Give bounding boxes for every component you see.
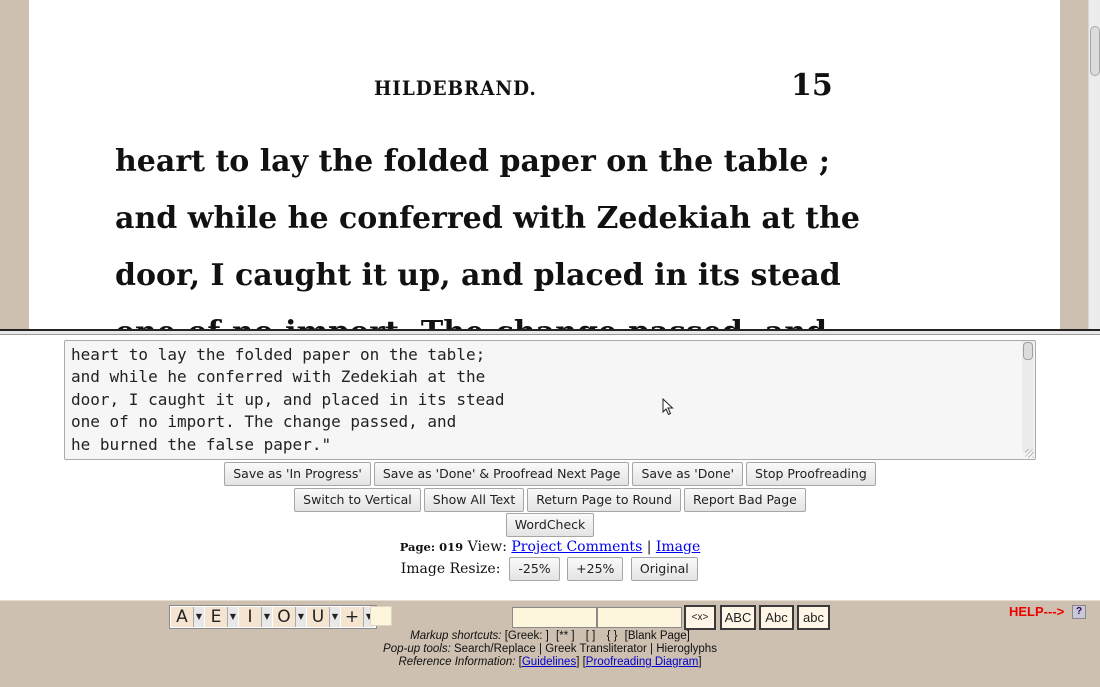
markup-shortcuts-line: Markup shortcuts: [Greek: ] [** ] [ ] { … bbox=[0, 630, 1100, 642]
text-pane: heart to lay the folded paper on the tab… bbox=[0, 335, 1100, 600]
markup-blank-page[interactable]: [Blank Page] bbox=[625, 630, 690, 642]
proofreading-textarea[interactable]: heart to lay the folded paper on the tab… bbox=[64, 340, 1036, 460]
return-page-to-round-button[interactable]: Return Page to Round bbox=[527, 488, 681, 512]
uppercase-button[interactable]: ABC bbox=[720, 605, 756, 630]
popup-tools-line: Pop-up tools: Search/Replace | Greek Tra… bbox=[0, 643, 1100, 655]
image-resize-row: Image Resize: -25% +25% Original bbox=[0, 557, 1100, 581]
image-scrollbar-thumb[interactable] bbox=[1090, 26, 1100, 76]
hieroglyphs-tool[interactable]: | Hieroglyphs bbox=[650, 643, 717, 655]
selected-char-display[interactable] bbox=[370, 606, 392, 626]
proofreading-toolbox: A ▼ E ▼ I ▼ O ▼ U ▼ + ▼ <x> ABC Abc abc … bbox=[0, 600, 1100, 687]
char-group-i: I ▼ bbox=[239, 607, 272, 627]
view-separator: | bbox=[646, 539, 652, 555]
show-all-text-button[interactable]: Show All Text bbox=[423, 488, 525, 512]
save-done-button[interactable]: Save as 'Done' bbox=[632, 462, 744, 486]
char-group-u: U ▼ bbox=[307, 607, 340, 627]
scanned-page-image: HILDEBRAND. 15 heart to lay the folded p… bbox=[29, 0, 1060, 330]
markup-note[interactable]: [** ] bbox=[556, 630, 575, 642]
page-info: Page: 019 View: Project Comments | Image bbox=[0, 539, 1100, 555]
dropdown-arrow-icon[interactable]: ▼ bbox=[295, 607, 306, 627]
greek-transliterator-tool[interactable]: | Greek Transliterator bbox=[539, 643, 647, 655]
search-replace-tool[interactable]: Search/Replace bbox=[454, 643, 536, 655]
help-icon[interactable]: ? bbox=[1072, 605, 1086, 619]
char-group-o: O ▼ bbox=[273, 607, 306, 627]
reference-info-label: Reference Information: bbox=[398, 656, 516, 668]
wordcheck-button[interactable]: WordCheck bbox=[505, 513, 595, 537]
lowercase-button[interactable]: abc bbox=[797, 605, 830, 630]
markup-braces[interactable]: { } bbox=[607, 630, 618, 642]
actions-buttons-row: Switch to Vertical Show All Text Return … bbox=[0, 488, 1100, 512]
char-group-e: E ▼ bbox=[205, 607, 238, 627]
character-picker: A ▼ E ▼ I ▼ O ▼ U ▼ + ▼ bbox=[169, 605, 377, 629]
view-label: View: bbox=[467, 539, 507, 555]
titlecase-button[interactable]: Abc bbox=[759, 605, 794, 630]
popup-tools-label: Pop-up tools: bbox=[383, 643, 451, 655]
stop-proofreading-button[interactable]: Stop Proofreading bbox=[746, 462, 876, 486]
save-buttons-row: Save as 'In Progress' Save as 'Done' & P… bbox=[0, 462, 1100, 486]
textarea-scrollbar[interactable] bbox=[1022, 341, 1034, 453]
mouse-cursor-icon bbox=[662, 398, 674, 416]
search-input[interactable] bbox=[512, 607, 597, 628]
proofreading-diagram-link[interactable]: Proofreading Diagram bbox=[586, 656, 699, 668]
char-i-button[interactable]: I bbox=[239, 607, 261, 627]
save-done-next-page-button[interactable]: Save as 'Done' & Proofread Next Page bbox=[373, 462, 630, 486]
scan-running-header: HILDEBRAND. bbox=[374, 76, 537, 100]
page-number-label: Page: 019 bbox=[399, 540, 464, 554]
wordcheck-row: WordCheck bbox=[0, 513, 1100, 537]
report-bad-page-button[interactable]: Report Bad Page bbox=[684, 488, 806, 512]
dropdown-arrow-icon[interactable]: ▼ bbox=[193, 607, 204, 627]
zoom-out-button[interactable]: -25% bbox=[509, 557, 560, 581]
switch-to-vertical-button[interactable]: Switch to Vertical bbox=[294, 488, 421, 512]
markup-greek[interactable]: [Greek: ] bbox=[505, 630, 549, 642]
guidelines-link[interactable]: Guidelines bbox=[522, 656, 576, 668]
markup-brackets[interactable]: [ ] bbox=[586, 630, 596, 642]
image-scrollbar[interactable] bbox=[1088, 0, 1100, 330]
char-group-a: A ▼ bbox=[171, 607, 204, 627]
textarea-scrollbar-thumb[interactable] bbox=[1023, 342, 1033, 360]
char-e-button[interactable]: E bbox=[205, 607, 227, 627]
scan-text-line: and while he conferred with Zedekiah at … bbox=[115, 201, 860, 236]
scan-page-number: 15 bbox=[791, 68, 833, 103]
dropdown-arrow-icon[interactable]: ▼ bbox=[329, 607, 340, 627]
textarea-resize-grip[interactable] bbox=[1025, 449, 1034, 458]
project-comments-link[interactable]: Project Comments bbox=[511, 539, 642, 555]
replace-input[interactable] bbox=[597, 607, 682, 628]
dropdown-arrow-icon[interactable]: ▼ bbox=[227, 607, 238, 627]
reference-info-line: Reference Information: [Guidelines] [Pro… bbox=[398, 656, 702, 668]
scan-text-line: door, I caught it up, and placed in its … bbox=[115, 258, 841, 293]
image-link[interactable]: Image bbox=[656, 539, 700, 555]
zoom-in-button[interactable]: +25% bbox=[567, 557, 624, 581]
save-in-progress-button[interactable]: Save as 'In Progress' bbox=[224, 462, 371, 486]
char-o-button[interactable]: O bbox=[273, 607, 295, 627]
dropdown-arrow-icon[interactable]: ▼ bbox=[261, 607, 272, 627]
markup-shortcuts-label: Markup shortcuts: bbox=[410, 630, 502, 642]
help-label: HELP---> bbox=[1009, 604, 1065, 619]
page-image-pane: HILDEBRAND. 15 heart to lay the folded p… bbox=[0, 0, 1100, 330]
scan-text-line: one of no import. The change passed, and bbox=[115, 315, 827, 330]
scan-text-line: heart to lay the folded paper on the tab… bbox=[115, 144, 830, 179]
char-u-button[interactable]: U bbox=[307, 607, 329, 627]
image-resize-label: Image Resize: bbox=[400, 561, 501, 577]
remove-markup-button[interactable]: <x> bbox=[684, 605, 716, 630]
char-plus-button[interactable]: + bbox=[341, 607, 363, 627]
char-a-button[interactable]: A bbox=[171, 607, 193, 627]
zoom-original-button[interactable]: Original bbox=[630, 557, 698, 581]
